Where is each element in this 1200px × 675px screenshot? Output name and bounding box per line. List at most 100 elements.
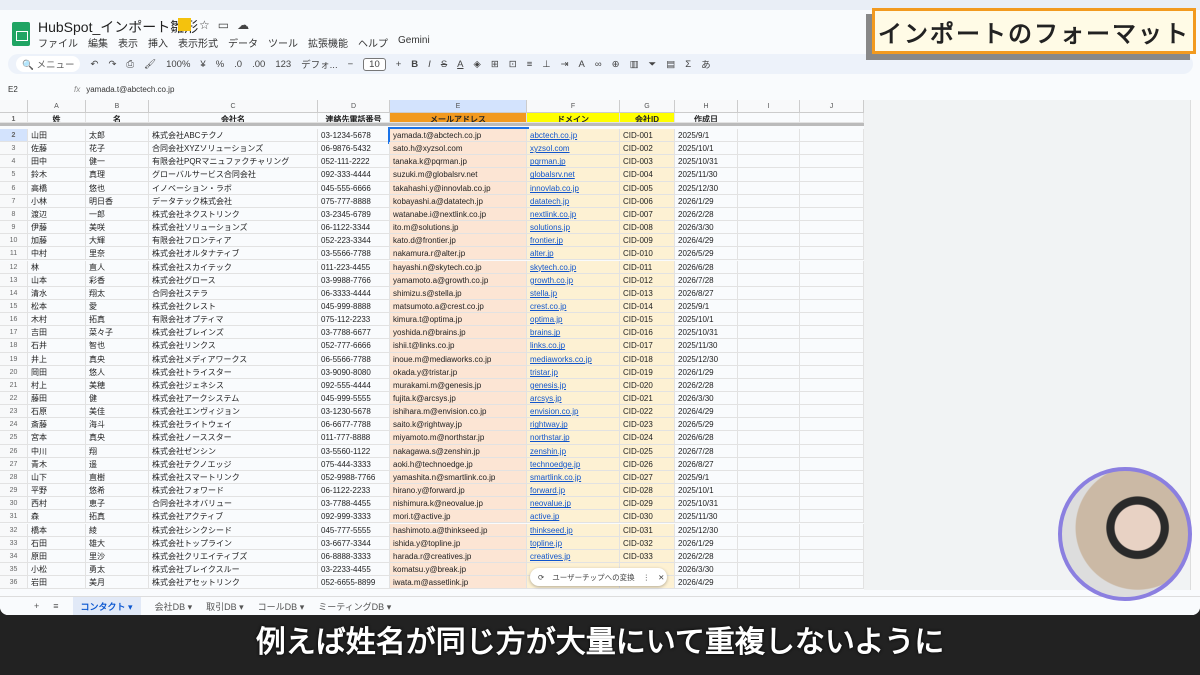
cell[interactable]: arcsys.jp [527, 392, 620, 405]
cell[interactable] [738, 458, 800, 471]
cell[interactable]: 渡辺 [28, 208, 86, 221]
cell[interactable] [738, 313, 800, 326]
cell[interactable]: creatives.jp [527, 550, 620, 563]
cell[interactable] [800, 168, 864, 181]
cell[interactable]: 株式会社アセットリンク [149, 576, 318, 589]
cell[interactable]: 明日香 [86, 195, 149, 208]
cell[interactable]: 株式会社ゼンシン [149, 445, 318, 458]
cell[interactable]: 原田 [28, 550, 86, 563]
cell[interactable]: 岡田 [28, 366, 86, 379]
cell[interactable]: CID-004 [620, 168, 675, 181]
cell[interactable]: 有限会社PQRマニュファクチャリング [149, 155, 318, 168]
row-header[interactable]: 17 [0, 326, 28, 339]
cell[interactable]: CID-014 [620, 300, 675, 313]
paint-format-icon[interactable]: 🖌 [144, 59, 156, 70]
wrap-icon[interactable]: ⇥ [561, 59, 569, 70]
cell[interactable]: CID-022 [620, 405, 675, 418]
cell[interactable]: 011-777-8888 [318, 431, 390, 444]
cell[interactable]: 株式会社エンヴィジョン [149, 405, 318, 418]
cell[interactable]: 03-1230-5678 [318, 405, 390, 418]
cell[interactable]: CID-018 [620, 353, 675, 366]
cell[interactable]: CID-015 [620, 313, 675, 326]
cell[interactable] [738, 379, 800, 392]
cell[interactable]: datatech.jp [527, 195, 620, 208]
cell[interactable]: mori.t@active.jp [390, 510, 527, 523]
cell[interactable]: saito.k@rightway.jp [390, 418, 527, 431]
row-header[interactable] [0, 100, 28, 113]
cell[interactable]: nakagawa.s@zenshin.jp [390, 445, 527, 458]
cell[interactable] [738, 195, 800, 208]
cell[interactable]: 山田 [28, 129, 86, 142]
row-header[interactable]: 13 [0, 274, 28, 287]
cell[interactable]: 052-111-2222 [318, 155, 390, 168]
cell[interactable]: データテック株式会社 [149, 195, 318, 208]
cell[interactable]: 株式会社シンクシード [149, 524, 318, 537]
cell[interactable]: CID-011 [620, 261, 675, 274]
cell[interactable]: 佐藤 [28, 142, 86, 155]
cell[interactable]: 平野 [28, 484, 86, 497]
cell[interactable] [800, 563, 864, 576]
borders-icon[interactable]: ⊞ [491, 59, 499, 70]
cell[interactable]: kato.d@frontier.jp [390, 234, 527, 247]
merge-icon[interactable]: ⊡ [509, 59, 517, 70]
cell[interactable]: 092-555-4444 [318, 379, 390, 392]
cell[interactable] [738, 208, 800, 221]
decrease-decimal-button[interactable]: .0 [234, 59, 242, 70]
cell[interactable]: 03-5566-7788 [318, 247, 390, 260]
cell[interactable]: 株式会社ブレイクスルー [149, 563, 318, 576]
row-header[interactable]: 23 [0, 405, 28, 418]
cell[interactable] [800, 550, 864, 563]
redo-icon[interactable]: ↷ [108, 59, 116, 70]
cell[interactable]: 2026/3/30 [675, 221, 738, 234]
cell[interactable]: 井上 [28, 353, 86, 366]
row-header[interactable]: 9 [0, 221, 28, 234]
cell[interactable]: 太郎 [86, 129, 149, 142]
cell[interactable]: 中村 [28, 247, 86, 260]
cell[interactable] [800, 234, 864, 247]
cell[interactable]: 株式会社フォワード [149, 484, 318, 497]
comment-icon[interactable]: ⊕ [612, 59, 620, 70]
cell[interactable]: nakamura.r@alter.jp [390, 247, 527, 260]
zoom-select[interactable]: 100% [166, 59, 190, 70]
bold-button[interactable]: B [411, 59, 418, 70]
row-header[interactable]: 34 [0, 550, 28, 563]
cell[interactable]: active.jp [527, 510, 620, 523]
cell[interactable]: komatsu.y@break.jp [390, 563, 527, 576]
cell[interactable]: 山下 [28, 471, 86, 484]
cell[interactable]: 青木 [28, 458, 86, 471]
chip-label[interactable]: ユーザーチップへの変換 [552, 572, 634, 583]
menu-item[interactable]: ヘルプ [358, 35, 388, 50]
cell[interactable]: 2025/11/30 [675, 510, 738, 523]
chart-icon[interactable]: ▥ [630, 59, 639, 70]
cell[interactable]: 株式会社メディアワークス [149, 353, 318, 366]
menu-item[interactable]: 拡張機能 [308, 35, 348, 50]
cell[interactable] [800, 445, 864, 458]
row-header[interactable]: 24 [0, 418, 28, 431]
cell[interactable]: CID-024 [620, 431, 675, 444]
cell[interactable]: topline.jp [527, 537, 620, 550]
cell[interactable]: 075-112-2233 [318, 313, 390, 326]
cell[interactable]: CID-029 [620, 497, 675, 510]
cell[interactable]: rightway.jp [527, 418, 620, 431]
font-size-decrease[interactable]: − [348, 59, 354, 70]
cell[interactable]: 彩香 [86, 274, 149, 287]
cell[interactable] [800, 261, 864, 274]
row-header[interactable]: 18 [0, 339, 28, 352]
add-sheet-button[interactable]: + [34, 601, 39, 611]
cell[interactable]: kimura.t@optima.jp [390, 313, 527, 326]
cell[interactable]: 045-999-5555 [318, 392, 390, 405]
cell[interactable]: CID-005 [620, 182, 675, 195]
cell[interactable]: CID-010 [620, 247, 675, 260]
cell[interactable]: 011-223-4455 [318, 261, 390, 274]
cell[interactable]: genesis.jp [527, 379, 620, 392]
cell[interactable]: 2026/5/29 [675, 247, 738, 260]
cell[interactable]: 海斗 [86, 418, 149, 431]
cell[interactable]: 2026/1/29 [675, 195, 738, 208]
cell[interactable] [738, 300, 800, 313]
cell[interactable] [800, 208, 864, 221]
cell[interactable]: okada.y@tristar.jp [390, 366, 527, 379]
italic-button[interactable]: I [428, 59, 431, 70]
cell[interactable] [738, 431, 800, 444]
more-icon[interactable]: ⋮ [643, 573, 651, 582]
cell[interactable]: northstar.jp [527, 431, 620, 444]
